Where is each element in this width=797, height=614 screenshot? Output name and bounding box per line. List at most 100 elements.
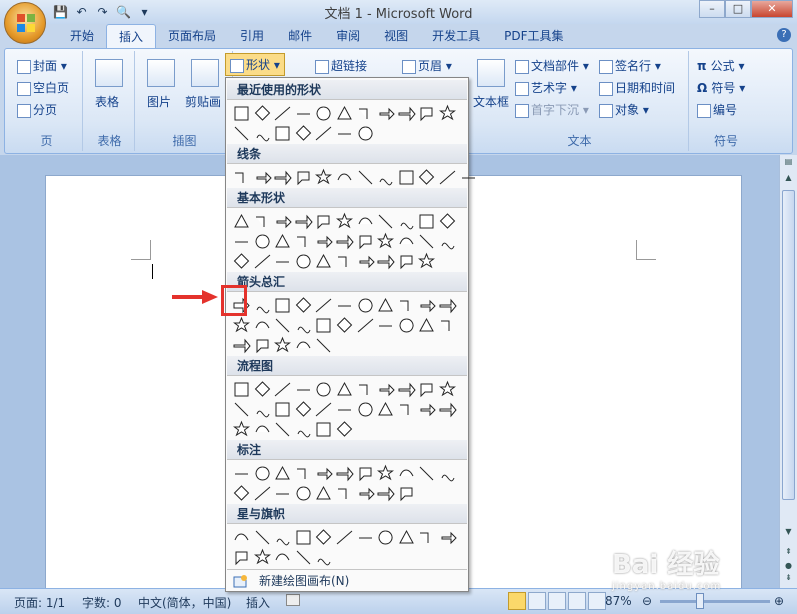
date-time-button[interactable]: 日期和时间 <box>599 79 675 96</box>
shape-option[interactable] <box>438 168 457 187</box>
signature-line-button[interactable]: 签名行 ▾ <box>599 57 661 74</box>
web-layout-icon[interactable] <box>548 592 566 610</box>
shape-option[interactable] <box>335 484 354 503</box>
shape-option[interactable] <box>314 168 333 187</box>
quick-parts-button[interactable]: 文档部件 ▾ <box>515 57 589 74</box>
hyperlink-button[interactable]: 超链接 <box>315 57 367 74</box>
shape-option[interactable] <box>376 484 395 503</box>
shape-option[interactable] <box>314 380 333 399</box>
shape-option[interactable] <box>438 316 457 335</box>
page-count[interactable]: 页面: 1/1 <box>14 594 65 611</box>
shape-option[interactable] <box>438 528 457 547</box>
full-screen-reading-icon[interactable] <box>528 592 546 610</box>
shape-option[interactable] <box>273 252 292 271</box>
shape-option[interactable] <box>459 168 478 187</box>
shape-option[interactable] <box>417 464 436 483</box>
shape-option[interactable] <box>335 296 354 315</box>
shape-option[interactable] <box>273 168 292 187</box>
shape-option[interactable] <box>314 212 333 231</box>
shape-option[interactable] <box>397 104 416 123</box>
tab-mailings[interactable]: 邮件 <box>276 24 324 48</box>
shape-option[interactable] <box>253 400 272 419</box>
shape-option[interactable] <box>438 400 457 419</box>
tab-home[interactable]: 开始 <box>58 24 106 48</box>
tab-review[interactable]: 审阅 <box>324 24 372 48</box>
shape-option[interactable] <box>376 400 395 419</box>
clipart-button[interactable]: 剪贴画 <box>185 93 221 110</box>
shape-option[interactable] <box>335 232 354 251</box>
tab-page-layout[interactable]: 页面布局 <box>156 24 228 48</box>
shape-option[interactable] <box>232 336 251 355</box>
shape-option[interactable] <box>438 380 457 399</box>
shape-option[interactable] <box>397 400 416 419</box>
shape-option[interactable] <box>314 124 333 143</box>
shape-option[interactable] <box>253 464 272 483</box>
shape-option[interactable] <box>397 252 416 271</box>
shape-option[interactable] <box>232 528 251 547</box>
shape-option[interactable] <box>294 104 313 123</box>
shape-option[interactable] <box>273 548 292 567</box>
shape-option[interactable] <box>253 528 272 547</box>
print-layout-icon[interactable] <box>508 592 526 610</box>
shape-option[interactable] <box>417 252 436 271</box>
tab-developer[interactable]: 开发工具 <box>420 24 492 48</box>
shape-option[interactable] <box>294 336 313 355</box>
shape-option[interactable] <box>397 296 416 315</box>
shape-option[interactable] <box>397 316 416 335</box>
shape-option[interactable] <box>335 316 354 335</box>
shape-option[interactable] <box>253 336 272 355</box>
shape-option[interactable] <box>376 296 395 315</box>
customize-icon[interactable]: ▾ <box>136 3 153 20</box>
shape-option[interactable] <box>356 464 375 483</box>
shape-option[interactable] <box>314 232 334 251</box>
shape-option[interactable] <box>253 420 272 439</box>
shape-option[interactable] <box>294 252 313 271</box>
shape-option[interactable] <box>397 380 416 399</box>
shape-option[interactable] <box>314 296 333 315</box>
outline-icon[interactable] <box>568 592 586 610</box>
table-button[interactable]: 表格 <box>95 93 119 110</box>
shape-option[interactable] <box>253 380 272 399</box>
picture-icon[interactable] <box>147 59 175 87</box>
shape-option[interactable] <box>314 484 333 503</box>
shape-option[interactable] <box>253 104 272 123</box>
shape-option[interactable] <box>335 252 354 271</box>
shape-option[interactable] <box>376 380 395 399</box>
shape-option[interactable] <box>376 212 395 231</box>
shape-option[interactable] <box>335 380 354 399</box>
shape-option[interactable] <box>356 380 375 399</box>
new-drawing-canvas-button[interactable]: 新建绘图画布(N) <box>227 569 467 591</box>
page-break-button[interactable]: 分页 <box>17 101 57 118</box>
shape-option[interactable] <box>314 420 333 439</box>
next-page-icon[interactable]: ⇟ <box>782 573 795 586</box>
scrollbar-thumb[interactable] <box>782 190 795 500</box>
shape-option[interactable] <box>232 484 251 503</box>
shape-option[interactable] <box>417 104 436 123</box>
picture-button[interactable]: 图片 <box>147 93 171 110</box>
redo-icon[interactable]: ↷ <box>94 3 111 20</box>
word-count[interactable]: 字数: 0 <box>82 594 122 611</box>
prev-page-icon[interactable]: ⇞ <box>782 547 795 560</box>
dropcap-button[interactable]: 首字下沉 ▾ <box>515 101 589 118</box>
shape-option[interactable] <box>356 296 375 315</box>
shape-option[interactable] <box>356 212 375 231</box>
shape-option[interactable] <box>273 464 292 483</box>
zoom-out-icon[interactable]: ⊖ <box>642 594 652 608</box>
insert-mode[interactable]: 插入 <box>246 594 270 611</box>
shape-option[interactable] <box>253 252 272 271</box>
blank-page-button[interactable]: 空白页 <box>17 79 69 96</box>
zoom-slider-knob[interactable] <box>696 593 704 609</box>
shape-option[interactable] <box>335 528 354 547</box>
shape-option[interactable] <box>253 232 272 251</box>
shape-option[interactable] <box>314 104 333 123</box>
textbox-button[interactable]: 文本框 <box>473 93 509 110</box>
shape-option[interactable] <box>356 124 375 143</box>
shape-option[interactable] <box>273 104 292 123</box>
shape-option[interactable] <box>397 484 416 503</box>
shape-option[interactable] <box>294 232 313 251</box>
shape-option[interactable] <box>273 336 292 355</box>
save-icon[interactable]: 💾 <box>52 3 69 20</box>
shape-option[interactable] <box>335 420 354 439</box>
language-indicator[interactable]: 中文(简体，中国) <box>138 594 231 611</box>
shape-option[interactable] <box>294 124 313 143</box>
